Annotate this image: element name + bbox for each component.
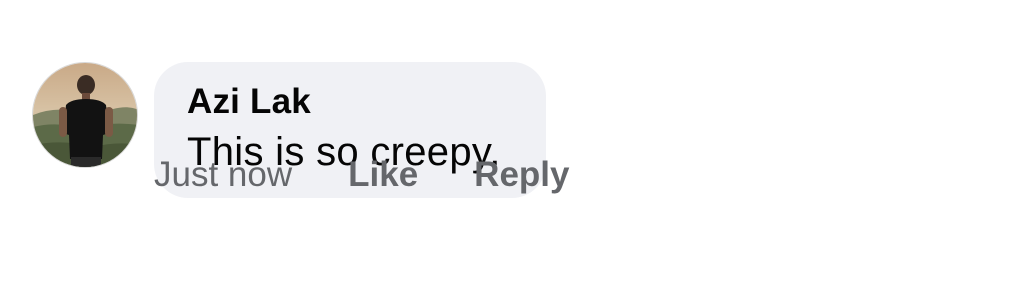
- user-profile-photo-icon: [33, 63, 137, 167]
- comment-timestamp[interactable]: Just now: [154, 155, 292, 195]
- comment-author[interactable]: Azi Lak: [187, 82, 546, 122]
- comment-actions: Just now Like Reply: [154, 152, 569, 198]
- like-button[interactable]: Like: [348, 155, 418, 195]
- reply-button[interactable]: Reply: [474, 155, 569, 195]
- avatar[interactable]: [32, 62, 138, 168]
